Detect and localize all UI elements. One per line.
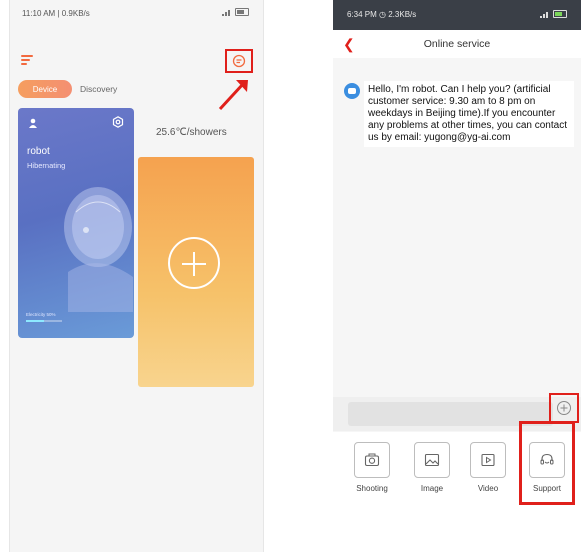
- user-icon[interactable]: [28, 118, 38, 128]
- image-icon: [424, 453, 440, 467]
- video-label: Video: [477, 484, 499, 493]
- chat-icon: [232, 54, 246, 68]
- device-status: Hibernating: [27, 161, 66, 170]
- page-title: Online service: [423, 38, 491, 50]
- weather-text: 25.6℃/showers: [156, 127, 227, 138]
- status-time: 11:10 AM | 0.9KB/s: [22, 9, 90, 18]
- battery-progress: [26, 320, 62, 322]
- status-time: 6:34 PM ◷ 2.3KB/s: [347, 10, 417, 19]
- status-icons: [222, 8, 249, 16]
- status-bar: 6:34 PM ◷ 2.3KB/s: [333, 0, 581, 30]
- camera-icon: [364, 453, 380, 467]
- video-icon: [481, 453, 495, 467]
- status-bar: 11:10 AM | 0.9KB/s: [10, 0, 263, 22]
- gear-icon[interactable]: [112, 116, 124, 128]
- add-icon: [168, 237, 220, 289]
- tab-device[interactable]: Device: [18, 80, 72, 98]
- add-device-card[interactable]: [138, 157, 254, 387]
- shooting-label: Shooting: [356, 484, 388, 493]
- device-card[interactable]: robot Hibernating Electricity 50%: [18, 108, 134, 338]
- device-name: robot: [27, 146, 50, 157]
- more-options-button[interactable]: [549, 393, 579, 423]
- signal-icon: [540, 11, 548, 18]
- support-highlight-box: [519, 421, 575, 505]
- customer-service-button[interactable]: [225, 49, 253, 73]
- robot-avatar: [344, 83, 360, 99]
- left-phone-screen: 11:10 AM | 0.9KB/s Device Discovery robo…: [9, 0, 264, 552]
- tab-bar: Device Discovery: [18, 79, 117, 99]
- signal-icon: [222, 9, 230, 16]
- nav-bar: ❮ Online service: [333, 30, 581, 58]
- battery-icon: [553, 10, 567, 18]
- battery-icon: [235, 8, 249, 16]
- image-label: Image: [420, 484, 444, 493]
- image-button[interactable]: Image: [411, 442, 453, 493]
- shooting-button[interactable]: Shooting: [351, 442, 393, 493]
- plus-icon: [557, 401, 571, 415]
- pointer-arrow: [218, 80, 248, 111]
- electricity-label: Electricity 50%: [26, 312, 56, 317]
- tab-discovery[interactable]: Discovery: [80, 84, 117, 94]
- message-bubble: Hello, I'm robot. Can I help you? (artif…: [364, 81, 574, 147]
- video-button[interactable]: Video: [467, 442, 509, 493]
- right-phone-screen: 6:34 PM ◷ 2.3KB/s ❮ Online service Hello…: [333, 0, 581, 552]
- status-icons: [540, 10, 567, 18]
- menu-icon[interactable]: [21, 55, 33, 65]
- battery-progress-fill: [26, 320, 44, 322]
- robot-illustration: [64, 187, 133, 312]
